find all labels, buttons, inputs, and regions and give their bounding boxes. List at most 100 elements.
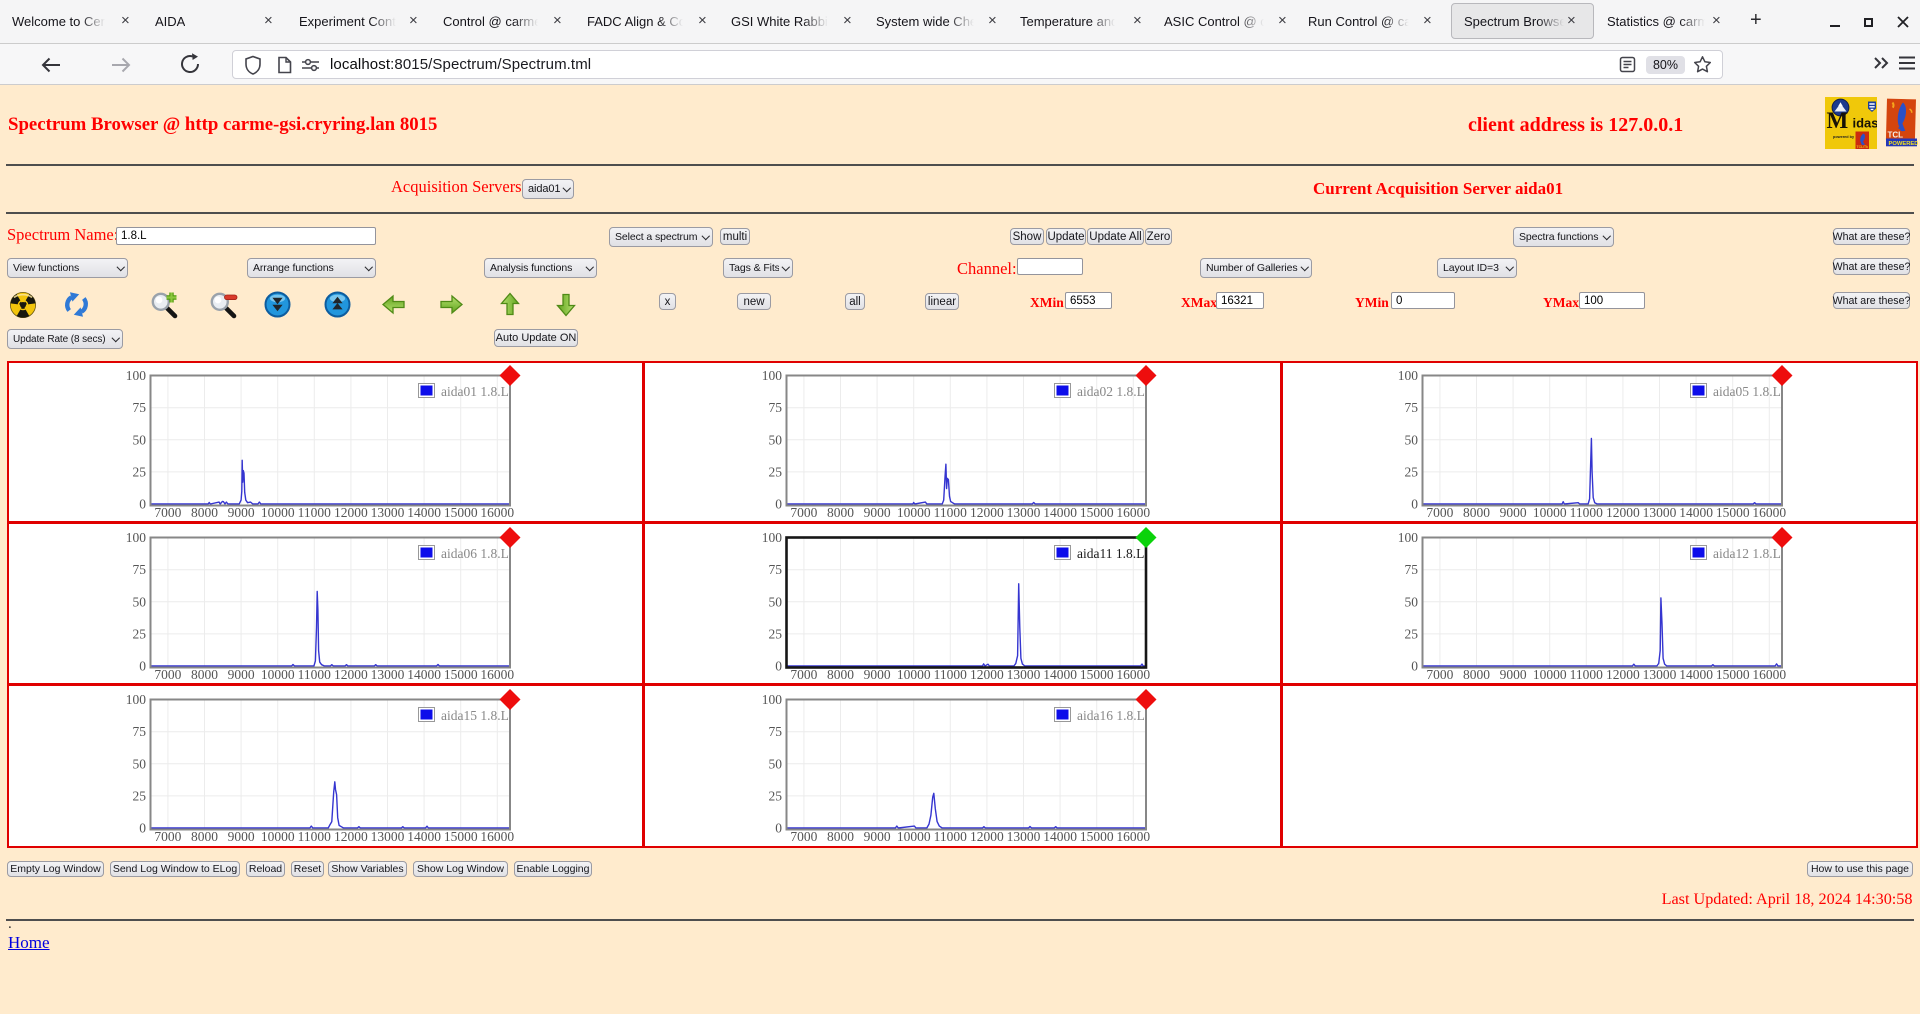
svg-text:aida16 1.8.L: aida16 1.8.L xyxy=(1077,708,1145,723)
svg-text:100: 100 xyxy=(1398,530,1419,545)
svg-text:50: 50 xyxy=(1404,595,1418,610)
svg-text:14000: 14000 xyxy=(407,667,441,682)
svg-text:7000: 7000 xyxy=(790,829,817,844)
svg-text:0: 0 xyxy=(775,497,782,512)
svg-text:8000: 8000 xyxy=(191,829,218,844)
svg-text:11000: 11000 xyxy=(297,829,330,844)
svg-text:0: 0 xyxy=(775,821,782,836)
svg-text:12000: 12000 xyxy=(334,505,368,520)
svg-text:POWERED: POWERED xyxy=(1889,141,1919,147)
svg-text:15000: 15000 xyxy=(1716,505,1750,520)
svg-text:12000: 12000 xyxy=(970,505,1004,520)
svg-text:15000: 15000 xyxy=(443,505,477,520)
svg-text:10000: 10000 xyxy=(260,829,294,844)
svg-text:11000: 11000 xyxy=(1569,505,1602,520)
svg-text:50: 50 xyxy=(769,757,783,772)
svg-text:12000: 12000 xyxy=(334,829,368,844)
svg-text:14000: 14000 xyxy=(1679,505,1713,520)
svg-text:75: 75 xyxy=(1404,400,1418,415)
svg-text:0: 0 xyxy=(1411,497,1418,512)
svg-text:50: 50 xyxy=(132,595,146,610)
svg-text:0: 0 xyxy=(139,659,146,674)
svg-text:15000: 15000 xyxy=(443,667,477,682)
svg-text:100: 100 xyxy=(762,692,783,707)
svg-text:12000: 12000 xyxy=(334,667,368,682)
svg-text:13000: 13000 xyxy=(1007,829,1041,844)
svg-text:100: 100 xyxy=(125,692,146,707)
svg-text:16000: 16000 xyxy=(1116,505,1150,520)
svg-text:12000: 12000 xyxy=(1606,667,1640,682)
svg-text:25: 25 xyxy=(132,789,146,804)
svg-text:25: 25 xyxy=(1404,464,1418,479)
svg-text:aida01 1.8.L: aida01 1.8.L xyxy=(441,384,509,399)
svg-text:75: 75 xyxy=(132,400,146,415)
svg-text:15000: 15000 xyxy=(1080,829,1114,844)
svg-text:16000: 16000 xyxy=(480,667,514,682)
svg-text:14000: 14000 xyxy=(407,829,441,844)
svg-text:9000: 9000 xyxy=(1499,667,1526,682)
svg-text:powered by: powered by xyxy=(1833,135,1855,139)
svg-text:10000: 10000 xyxy=(1533,667,1567,682)
svg-text:14000: 14000 xyxy=(407,505,441,520)
svg-text:16000: 16000 xyxy=(1752,505,1786,520)
svg-text:7000: 7000 xyxy=(790,667,817,682)
svg-text:50: 50 xyxy=(1404,432,1418,447)
svg-text:9000: 9000 xyxy=(864,829,891,844)
svg-text:25: 25 xyxy=(769,789,783,804)
svg-text:8000: 8000 xyxy=(1463,505,1490,520)
svg-text:16000: 16000 xyxy=(480,829,514,844)
svg-text:12000: 12000 xyxy=(970,667,1004,682)
svg-text:aida05 1.8.L: aida05 1.8.L xyxy=(1713,384,1781,399)
svg-text:75: 75 xyxy=(132,562,146,577)
svg-text:idas: idas xyxy=(1853,116,1878,131)
svg-text:14000: 14000 xyxy=(1043,505,1077,520)
svg-text:8000: 8000 xyxy=(191,505,218,520)
svg-text:10000: 10000 xyxy=(897,505,931,520)
svg-text:7000: 7000 xyxy=(154,829,181,844)
svg-text:11000: 11000 xyxy=(1569,667,1602,682)
svg-text:8000: 8000 xyxy=(827,505,854,520)
svg-text:16000: 16000 xyxy=(1116,829,1150,844)
svg-text:10000: 10000 xyxy=(897,667,931,682)
svg-text:12000: 12000 xyxy=(1606,505,1640,520)
svg-text:8000: 8000 xyxy=(1463,667,1490,682)
svg-text:aida06 1.8.L: aida06 1.8.L xyxy=(441,546,509,561)
svg-text:9000: 9000 xyxy=(227,505,254,520)
svg-text:50: 50 xyxy=(769,432,783,447)
svg-text:0: 0 xyxy=(139,497,146,512)
svg-text:16000: 16000 xyxy=(480,505,514,520)
svg-text:15000: 15000 xyxy=(1080,667,1114,682)
svg-text:75: 75 xyxy=(1404,562,1418,577)
svg-text:11000: 11000 xyxy=(934,505,967,520)
svg-text:13000: 13000 xyxy=(1642,505,1676,520)
svg-text:aida02 1.8.L: aida02 1.8.L xyxy=(1077,384,1145,399)
svg-text:8000: 8000 xyxy=(191,667,218,682)
svg-text:10000: 10000 xyxy=(260,667,294,682)
svg-text:0: 0 xyxy=(775,659,782,674)
svg-text:aida11 1.8.L: aida11 1.8.L xyxy=(1077,546,1144,561)
svg-text:7000: 7000 xyxy=(154,667,181,682)
svg-text:13000: 13000 xyxy=(370,667,404,682)
svg-text:25: 25 xyxy=(769,464,783,479)
svg-text:8000: 8000 xyxy=(827,667,854,682)
svg-text:15000: 15000 xyxy=(1716,667,1750,682)
svg-text:12000: 12000 xyxy=(970,829,1004,844)
svg-text:M: M xyxy=(1827,108,1849,133)
svg-text:9000: 9000 xyxy=(227,667,254,682)
svg-text:9000: 9000 xyxy=(864,505,891,520)
svg-text:75: 75 xyxy=(769,400,783,415)
svg-text:9000: 9000 xyxy=(1499,505,1526,520)
svg-text:7000: 7000 xyxy=(1426,667,1453,682)
svg-text:50: 50 xyxy=(132,757,146,772)
svg-text:13000: 13000 xyxy=(370,505,404,520)
svg-text:25: 25 xyxy=(769,627,783,642)
svg-text:100: 100 xyxy=(125,368,146,383)
svg-text:100: 100 xyxy=(762,368,783,383)
svg-text:25: 25 xyxy=(1404,627,1418,642)
svg-text:14000: 14000 xyxy=(1679,667,1713,682)
svg-text:10000: 10000 xyxy=(1533,505,1567,520)
svg-text:9000: 9000 xyxy=(864,667,891,682)
svg-text:9000: 9000 xyxy=(227,829,254,844)
svg-text:TCL/Tk: TCL/Tk xyxy=(1857,145,1869,149)
svg-text:7000: 7000 xyxy=(1426,505,1453,520)
